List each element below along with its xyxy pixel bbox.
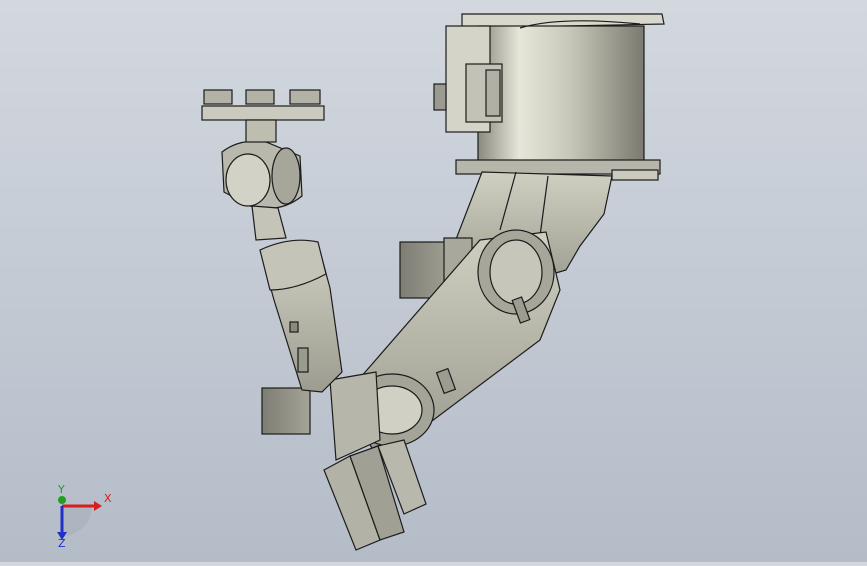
robot-model[interactable]: [0, 0, 867, 562]
tool-flange: [201, 89, 325, 143]
forearm: [259, 239, 343, 393]
x-axis-head: [94, 501, 102, 511]
z-axis-label: Z: [58, 537, 66, 548]
wrist-joint: [221, 140, 303, 241]
axis-triad: X Y Z: [40, 478, 120, 550]
y-axis-dot: [58, 496, 66, 504]
elbow-joint: [261, 371, 435, 461]
x-axis-label: X: [104, 492, 112, 505]
base-cylinder: [433, 13, 665, 181]
y-axis-label: Y: [57, 483, 65, 496]
triad-backdrop: [62, 506, 92, 536]
cad-graphics-area[interactable]: [0, 0, 867, 562]
